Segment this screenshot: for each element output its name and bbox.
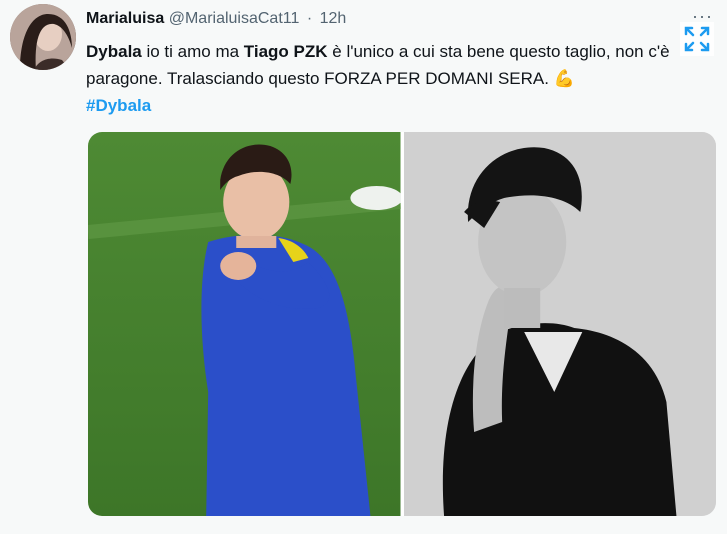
expand-icon[interactable] (680, 22, 714, 56)
text-segment-1: io ti amo ma (141, 42, 244, 61)
hashtag-link[interactable]: #Dybala (86, 96, 151, 115)
tweet-text: Dybala io ti amo ma Tiago PZK è l'unico … (86, 38, 706, 119)
man-black-white-image (403, 132, 716, 516)
avatar-image (10, 4, 76, 70)
separator: · (306, 10, 313, 27)
author-name[interactable]: Marialuisa (86, 10, 164, 27)
avatar[interactable] (10, 4, 76, 70)
photo-man-black-white[interactable] (403, 132, 716, 516)
text-bold-dybala: Dybala (86, 42, 142, 61)
football-player-image (88, 132, 401, 516)
author-handle[interactable]: @MarialuisaCat11 (169, 10, 300, 27)
flexed-biceps-emoji: 💪 (553, 69, 575, 88)
tweet-media[interactable] (88, 132, 716, 516)
tweet-card[interactable]: Marialuisa @MarialuisaCat11 · 12h ··· Dy… (0, 0, 727, 534)
timestamp[interactable]: 12h (320, 10, 347, 27)
tweet-header: Marialuisa @MarialuisaCat11 · 12h (86, 10, 346, 28)
photo-football-player[interactable] (88, 132, 401, 516)
text-bold-tiago: Tiago PZK (243, 42, 328, 61)
